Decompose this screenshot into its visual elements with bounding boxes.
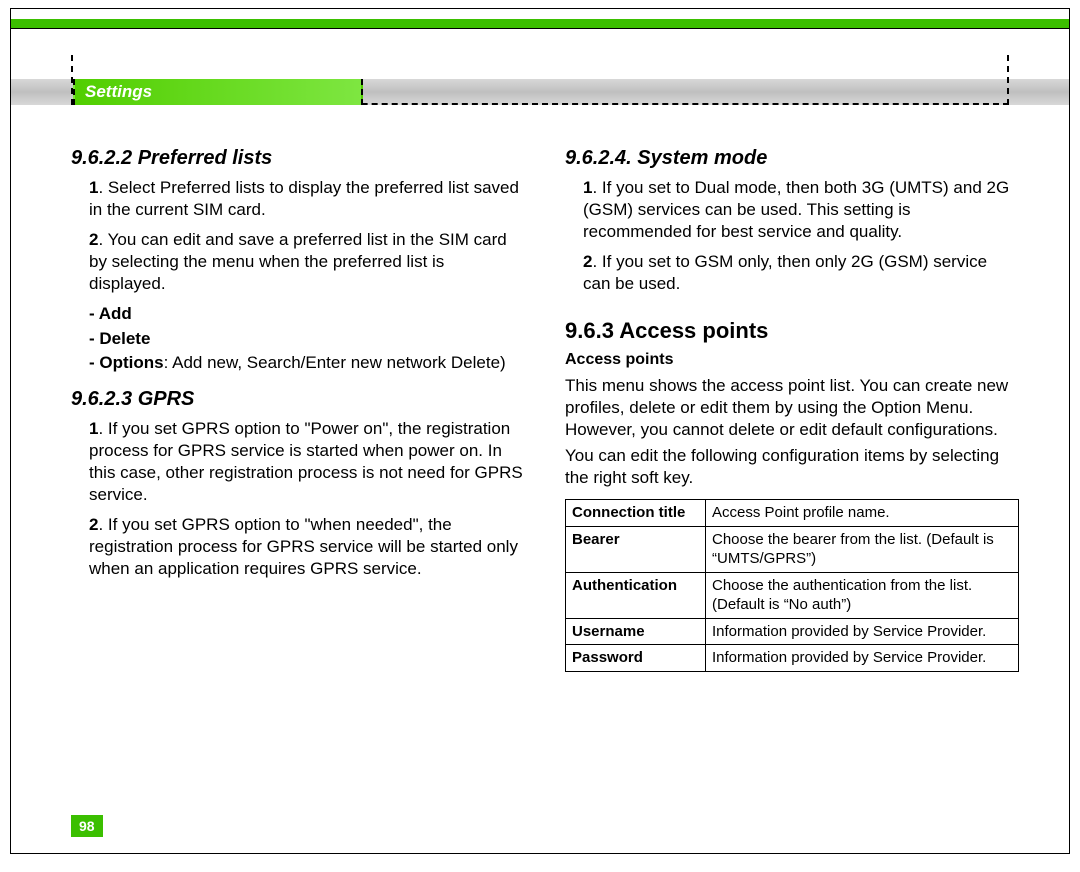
page-number-badge: 98 [71,815,103,837]
cfg-key: Connection title [566,500,706,527]
text: . If you set to Dual mode, then both 3G … [583,178,1009,241]
text: . If you set GPRS option to "Power on", … [89,419,523,504]
table-row: Authentication Choose the authentication… [566,572,1019,618]
cfg-key: Username [566,618,706,645]
page-header: Settings [11,9,1069,111]
system-mode-item-1: 1. If you set to Dual mode, then both 3G… [583,177,1019,243]
bullet-options-label: - Options [89,353,164,372]
heading-access-points: 9.6.3 Access points [565,317,1019,346]
cfg-val: Choose the authentication from the list.… [706,572,1019,618]
text: . If you set GPRS option to "when needed… [89,515,518,578]
table-row: Password Information provided by Service… [566,645,1019,672]
gprs-item-2: 2. If you set GPRS option to "when neede… [89,514,525,580]
cfg-val: Information provided by Service Provider… [706,645,1019,672]
bullet-add: - Add [89,303,525,325]
text: . You can edit and save a preferred list… [89,230,507,293]
cfg-val: Information provided by Service Provider… [706,618,1019,645]
cfg-key: Bearer [566,526,706,572]
preferred-lists-item-2: 2. You can edit and save a preferred lis… [89,229,525,295]
text: . Select Preferred lists to display the … [89,178,519,219]
right-column: 9.6.2.4. System mode 1. If you set to Du… [565,133,1019,672]
table-row: Connection title Access Point profile na… [566,500,1019,527]
access-points-para-2: You can edit the following configuration… [565,445,1019,489]
content-columns: 9.6.2.2 Preferred lists 1. Select Prefer… [11,111,1069,672]
gprs-item-1: 1. If you set GPRS option to "Power on",… [89,418,525,506]
config-table: Connection title Access Point profile na… [565,499,1019,672]
table-row: Bearer Choose the bearer from the list. … [566,526,1019,572]
cfg-key: Authentication [566,572,706,618]
heading-system-mode: 9.6.2.4. System mode [565,145,1019,171]
cfg-val: Access Point profile name. [706,500,1019,527]
bullet-delete: - Delete [89,328,525,350]
bullet-options-text: : Add new, Search/Enter new network Dele… [164,353,506,372]
heading-preferred-lists: 9.6.2.2 Preferred lists [71,145,525,171]
cfg-key: Password [566,645,706,672]
access-points-para-1: This menu shows the access point list. Y… [565,375,1019,441]
left-column: 9.6.2.2 Preferred lists 1. Select Prefer… [71,133,525,672]
table-row: Username Information provided by Service… [566,618,1019,645]
subheading-access-points: Access points [565,350,1019,371]
bullet-options: - Options: Add new, Search/Enter new net… [89,352,525,374]
heading-gprs: 9.6.2.3 GPRS [71,386,525,412]
preferred-lists-item-1: 1. Select Preferred lists to display the… [89,177,525,221]
text: . If you set to GSM only, then only 2G (… [583,252,987,293]
top-green-strip [11,19,1069,29]
preferred-lists-bullets: - Add - Delete - Options: Add new, Searc… [89,303,525,373]
system-mode-item-2: 2. If you set to GSM only, then only 2G … [583,251,1019,295]
cfg-val: Choose the bearer from the list. (Defaul… [706,526,1019,572]
header-tab-settings: Settings [73,79,363,105]
manual-page: Settings 9.6.2.2 Preferred lists 1. Sele… [10,8,1070,854]
